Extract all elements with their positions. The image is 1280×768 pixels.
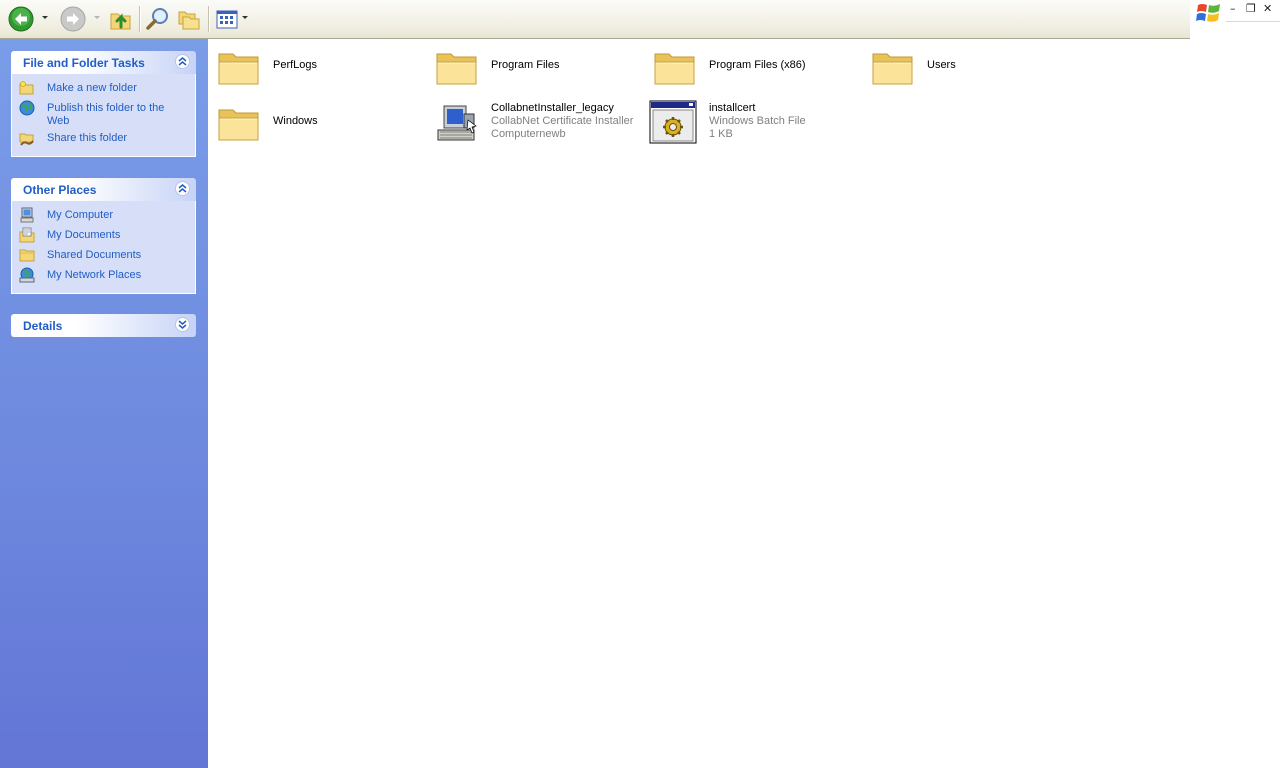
share-folder-icon (19, 133, 34, 146)
close-button[interactable]: ✕ (1263, 2, 1272, 15)
file-tasks-panel: File and Folder Tasks Make a new folder … (11, 51, 196, 157)
task-label: Make a new folder (47, 82, 137, 94)
expand-icon[interactable] (175, 317, 190, 332)
folders-button[interactable] (176, 5, 202, 33)
forward-dropdown-icon[interactable] (94, 16, 100, 19)
globe-icon (19, 100, 35, 116)
up-button[interactable] (108, 5, 134, 33)
other-places-body: My Computer My Documents Shared Document… (11, 201, 196, 294)
task-share-folder[interactable]: Share this folder (12, 130, 195, 150)
collapse-icon[interactable] (175, 54, 190, 69)
views-button[interactable] (215, 5, 239, 33)
forward-arrow-icon (60, 6, 86, 32)
computer-icon (20, 207, 34, 223)
place-my-computer[interactable]: My Computer (12, 207, 195, 227)
corner-divider (1226, 21, 1280, 22)
forward-button[interactable] (60, 5, 86, 33)
place-label: My Computer (47, 209, 114, 221)
file-item-collabnet-installer[interactable]: CollabnetInstaller_legacy CollabNet Cert… (434, 100, 644, 148)
window-corner: – ❐ ✕ (1190, 0, 1280, 38)
place-shared-documents[interactable]: Shared Documents (12, 247, 195, 267)
place-my-network-places[interactable]: My Network Places (12, 267, 195, 287)
file-item-program-files[interactable]: Program Files (434, 44, 644, 92)
file-name: Program Files (491, 59, 560, 71)
place-my-documents[interactable]: My Documents (12, 227, 195, 247)
file-item-program-files-x86[interactable]: Program Files (x86) (652, 44, 862, 92)
other-places-header[interactable]: Other Places (11, 178, 196, 201)
file-item-windows[interactable]: Windows (216, 100, 426, 148)
task-label: Publish this folder to the Web (47, 102, 165, 127)
toolbar-separator (208, 6, 210, 32)
restore-button[interactable]: ❐ (1246, 2, 1256, 15)
folders-icon (178, 11, 200, 30)
search-button[interactable] (145, 5, 171, 33)
folder-icon (218, 109, 259, 141)
back-dropdown-icon[interactable] (42, 16, 48, 19)
installer-icon (437, 105, 477, 141)
task-label: Share this folder (47, 132, 128, 144)
minimize-button[interactable]: – (1230, 2, 1236, 15)
views-icon (216, 10, 238, 29)
panel-title: File and Folder Tasks (23, 56, 145, 70)
file-name: Users (927, 59, 956, 71)
folder-up-icon (110, 13, 131, 30)
toolbar-separator (139, 6, 141, 32)
search-icon (146, 8, 168, 30)
batch-file-icon (649, 100, 697, 144)
file-name: Windows (273, 115, 318, 127)
back-arrow-icon (8, 6, 34, 32)
file-company: Computernewb (491, 128, 566, 140)
windows-logo-icon (1196, 4, 1220, 22)
panel-title: Other Places (23, 183, 97, 197)
file-tasks-header[interactable]: File and Folder Tasks (11, 51, 196, 74)
toolbar (0, 0, 1190, 39)
details-header[interactable]: Details (11, 314, 196, 337)
file-name: CollabnetInstaller_legacy (491, 102, 614, 114)
network-icon (19, 267, 35, 283)
folder-icon (436, 53, 477, 85)
folder-icon (654, 53, 695, 85)
place-label: Shared Documents (47, 249, 142, 261)
file-description: CollabNet Certificate Installer (491, 115, 634, 127)
folder-icon (218, 53, 259, 85)
back-button[interactable] (8, 5, 34, 33)
file-name: installcert (709, 102, 756, 114)
folder-icon (872, 53, 913, 85)
file-item-installcert[interactable]: installcert Windows Batch File 1 KB (649, 100, 859, 148)
views-dropdown-icon[interactable] (242, 16, 248, 19)
documents-icon (19, 227, 35, 243)
other-places-panel: Other Places My Computer My Documents Sh… (11, 178, 196, 294)
file-size: 1 KB (709, 128, 733, 140)
file-item-perflogs[interactable]: PerfLogs (216, 44, 426, 92)
place-label: My Documents (47, 229, 121, 241)
file-name: PerfLogs (273, 59, 318, 71)
file-description: Windows Batch File (709, 115, 806, 127)
collapse-icon[interactable] (175, 181, 190, 196)
file-tasks-body: Make a new folder Publish this folder to… (11, 74, 196, 157)
task-make-new-folder[interactable]: Make a new folder (12, 80, 195, 100)
file-list: PerfLogs Program Files Program Files (x8… (208, 39, 1190, 768)
folder-icon (19, 249, 35, 262)
details-panel: Details (11, 314, 196, 337)
place-label: My Network Places (47, 269, 142, 281)
task-pane: File and Folder Tasks Make a new folder … (0, 39, 208, 768)
new-folder-icon (19, 81, 34, 95)
file-item-users[interactable]: Users (870, 44, 1080, 92)
task-publish-folder[interactable]: Publish this folder to the Web (12, 100, 195, 130)
file-name: Program Files (x86) (709, 59, 806, 71)
panel-title: Details (23, 319, 63, 333)
